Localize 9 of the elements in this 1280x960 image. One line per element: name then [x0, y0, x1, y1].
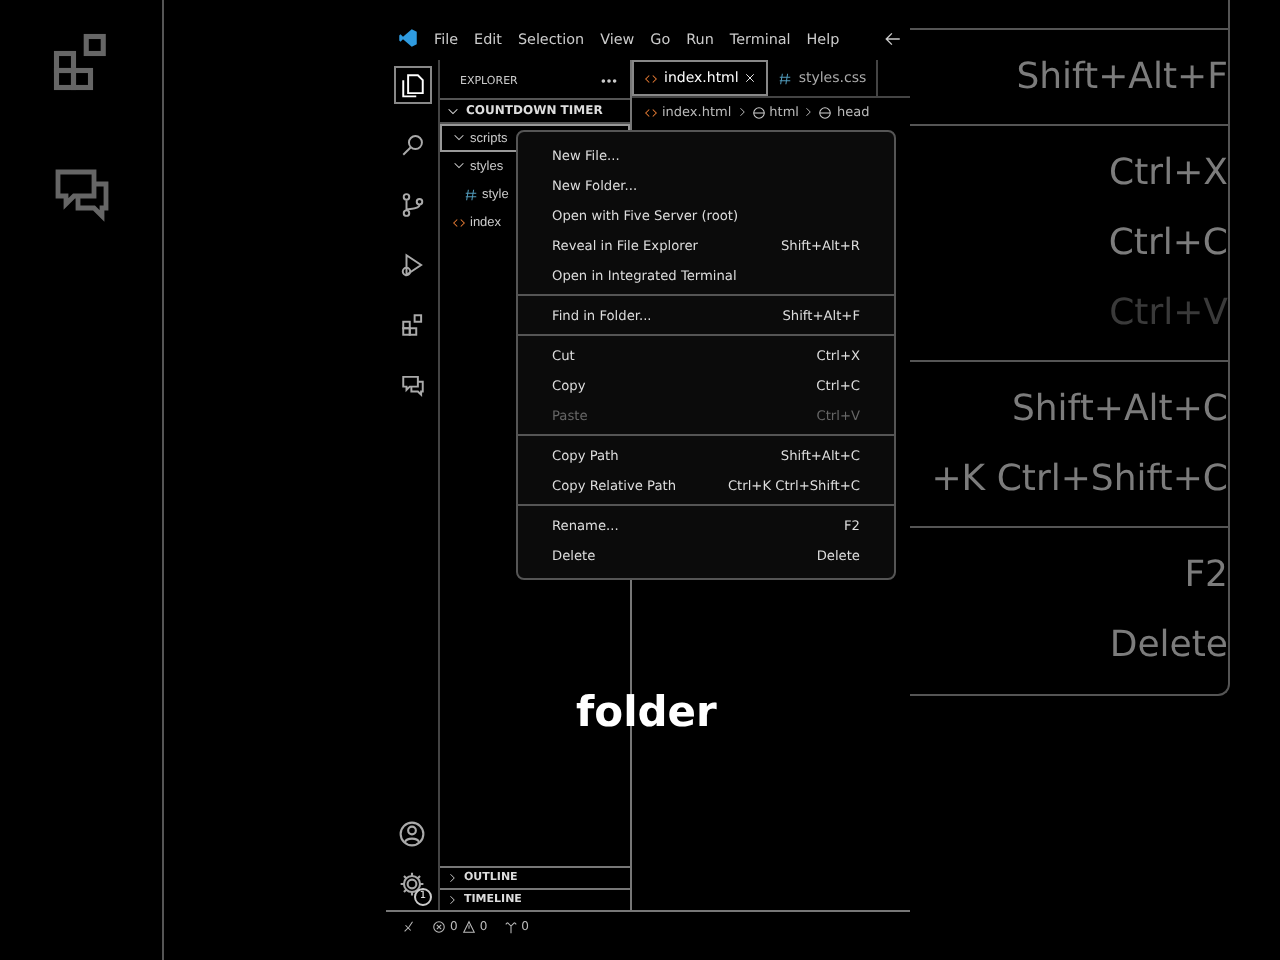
shortcut-text: +K Ctrl+Shift+C — [931, 456, 1228, 504]
shortcut-text: Ctrl+V — [1109, 290, 1228, 338]
shortcut-text: F2 — [1184, 552, 1228, 600]
shortcut-text: Delete — [1109, 622, 1228, 670]
shortcut-text: Shift+Alt+F — [1016, 54, 1228, 102]
shortcut-text: Ctrl+X — [1109, 150, 1228, 198]
shortcut-text: Ctrl+C — [1108, 220, 1228, 268]
shortcut-text: Shift+Alt+C — [1011, 386, 1228, 434]
caption: folder — [576, 688, 717, 736]
